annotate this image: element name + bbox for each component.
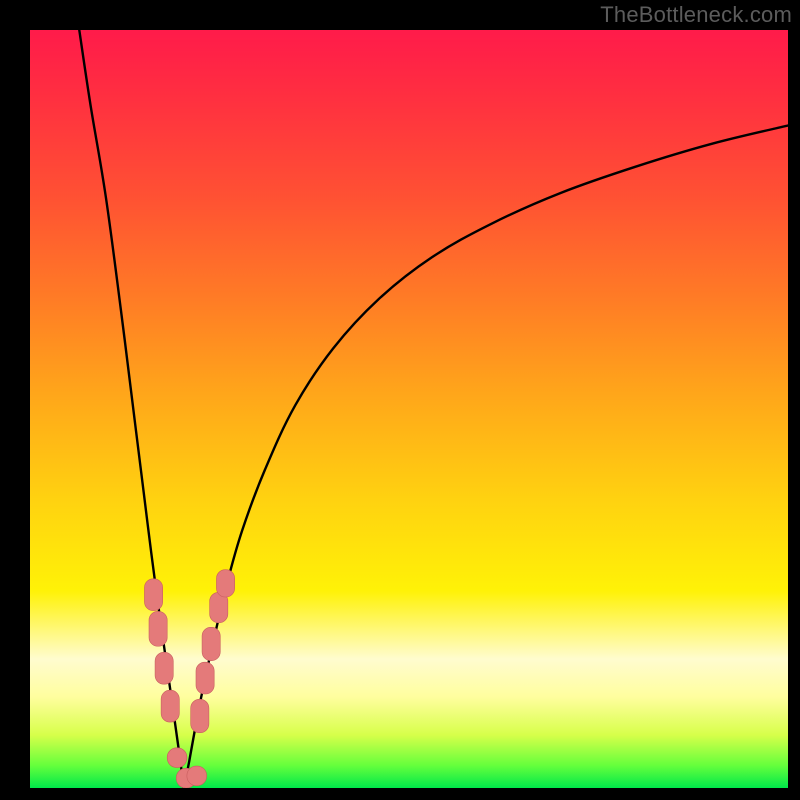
- scatter-marker: [161, 690, 179, 722]
- curve-paths: [79, 30, 788, 788]
- scatter-marker: [144, 579, 162, 611]
- curve-layer: [30, 30, 788, 788]
- scatter-marker: [187, 766, 207, 786]
- scatter-marker: [202, 627, 220, 660]
- scatter-marker: [191, 699, 209, 732]
- scatter-marker: [196, 662, 214, 694]
- curve-curve-right: [184, 126, 788, 788]
- scatter-marker: [149, 611, 167, 646]
- scatter-marker: [167, 748, 187, 768]
- scatter-marker: [216, 570, 234, 597]
- attribution-text: TheBottleneck.com: [600, 2, 792, 28]
- chart-container: TheBottleneck.com: [0, 0, 800, 800]
- scatter-marker: [155, 652, 173, 684]
- plot-area: [30, 30, 788, 788]
